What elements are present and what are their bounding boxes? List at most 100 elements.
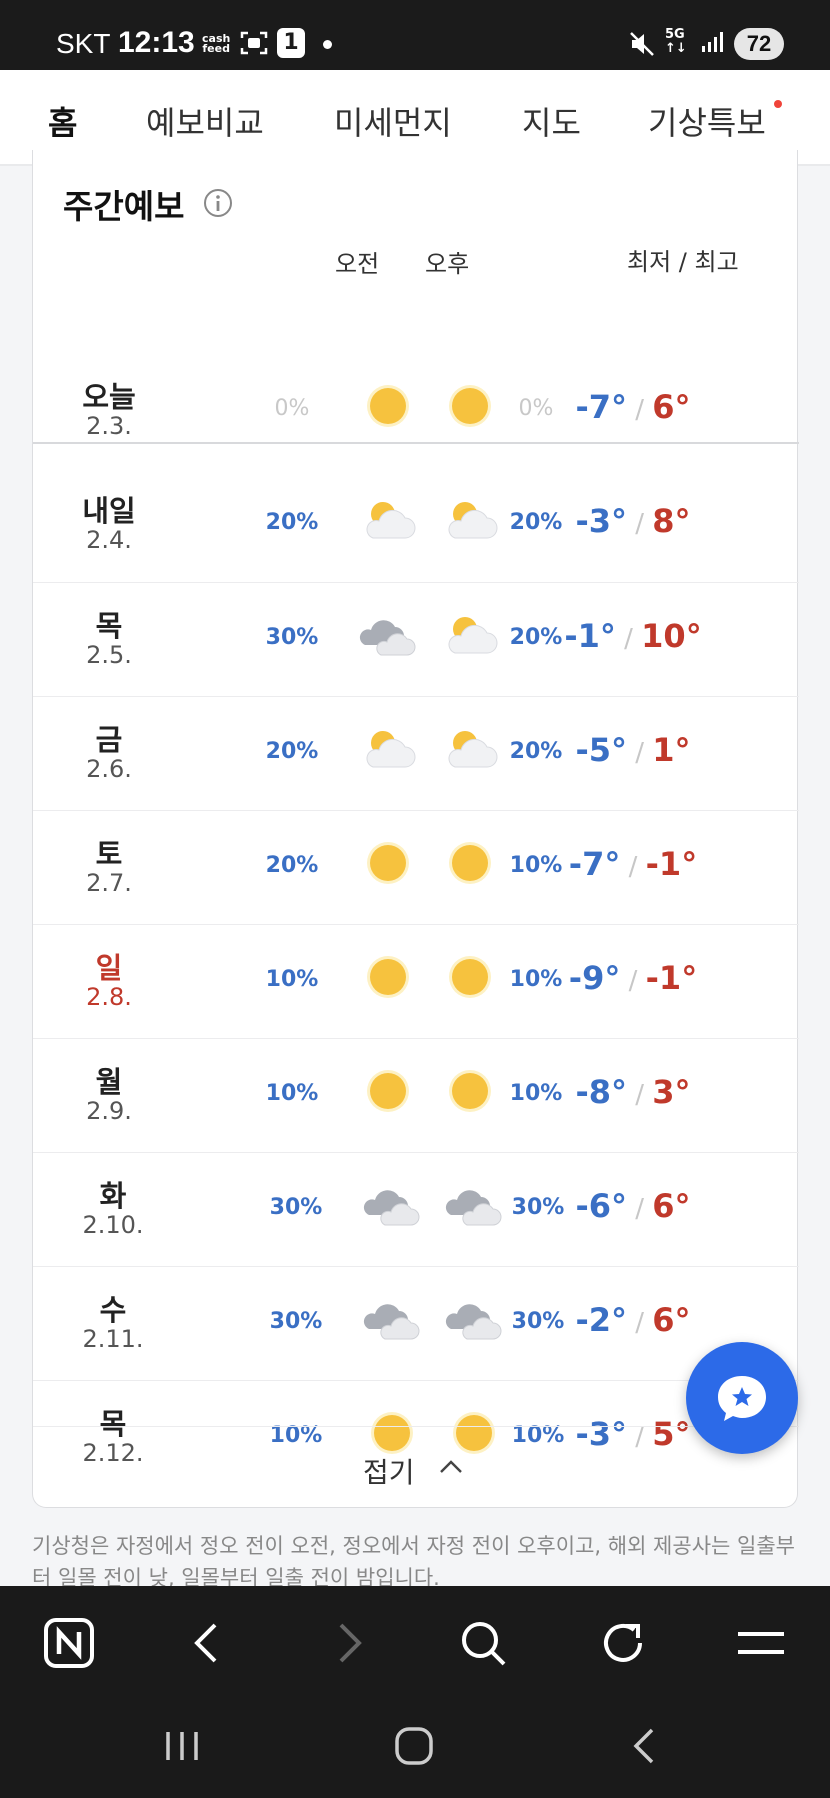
- high-temp: 6°: [652, 1301, 691, 1339]
- am-precip-pct: 30%: [269, 1309, 323, 1334]
- forecast-row: 오늘 2.3. 0% 0% -7° / 6°: [33, 330, 799, 444]
- naver-home-icon[interactable]: [42, 1616, 96, 1670]
- sunny-icon: [449, 385, 491, 427]
- chatbot-fab[interactable]: [686, 1342, 798, 1454]
- temperature-range: -9° / -1°: [513, 959, 753, 997]
- weekly-forecast-title: 주간예보: [63, 187, 185, 226]
- day-label: 일: [95, 951, 123, 985]
- day-label: 오늘: [82, 380, 136, 414]
- am-precip-pct: 20%: [265, 510, 319, 535]
- cloudy-icon: [445, 1190, 502, 1226]
- day-label: 화: [99, 1179, 127, 1213]
- temp-separator: /: [626, 1080, 653, 1110]
- date-label: 2.9.: [86, 1097, 132, 1125]
- tab-fine-dust[interactable]: 미세먼지: [334, 98, 452, 144]
- refresh-icon[interactable]: [596, 1616, 650, 1670]
- date-label: 2.4.: [86, 526, 132, 554]
- menu-icon[interactable]: [734, 1616, 788, 1670]
- low-temp: -3°: [575, 502, 627, 540]
- am-precip-pct: 20%: [265, 739, 319, 764]
- high-temp: 3°: [652, 1073, 691, 1111]
- sunny-icon: [449, 842, 491, 884]
- am-column-header: 오전: [335, 250, 380, 278]
- am-precip-pct: 10%: [265, 967, 319, 992]
- tab-home[interactable]: 홈: [48, 98, 77, 144]
- temperature-range: -7° / 6°: [513, 388, 753, 426]
- fold-label: 접기: [363, 1456, 415, 1489]
- pm-column-header: 오후: [425, 250, 470, 278]
- temperature-range: -3° / 8°: [513, 502, 753, 540]
- partly-cloudy-icon: [366, 731, 416, 768]
- fold-button[interactable]: 접기: [33, 1426, 799, 1506]
- high-temp: -1°: [645, 959, 698, 997]
- temp-separator: /: [626, 738, 653, 768]
- tab-forecast-compare[interactable]: 예보비교: [146, 98, 264, 144]
- system-back-icon[interactable]: [624, 1724, 668, 1768]
- high-temp: -1°: [645, 845, 698, 883]
- temperature-range: -8° / 3°: [513, 1073, 753, 1111]
- date-label: 2.6.: [86, 755, 132, 783]
- temperature-range: -5° / 1°: [513, 731, 753, 769]
- temperature-range: -6° / 6°: [513, 1187, 753, 1225]
- cloudy-icon: [445, 1304, 502, 1340]
- am-precip-pct: 10%: [265, 1081, 319, 1106]
- more-notifications-dot: [323, 40, 332, 49]
- browser-toolbar: [0, 1586, 830, 1694]
- am-precip-pct: 30%: [269, 1195, 323, 1220]
- weekly-forecast-card: 주간예보 오전 오후 최저 / 최고 오늘 2.3. 0% 0% -7° / 6° 내일 2…: [32, 150, 799, 1508]
- temp-separator: /: [620, 966, 646, 996]
- tab-map[interactable]: 지도: [522, 98, 581, 144]
- info-icon[interactable]: [203, 188, 233, 218]
- temp-separator: /: [615, 624, 642, 654]
- date-label: 2.8.: [86, 983, 132, 1011]
- forecast-row: 목 2.5. 30% 20% -1° / 10°: [33, 582, 799, 696]
- date-label: 2.11.: [82, 1325, 144, 1353]
- temp-separator: /: [626, 1194, 653, 1224]
- cloudy-icon: [359, 620, 416, 656]
- forecast-row: 일 2.8. 10% 10% -9° / -1°: [33, 924, 799, 1038]
- search-icon[interactable]: [456, 1616, 510, 1670]
- back-icon[interactable]: [180, 1616, 234, 1670]
- forecast-row: 화 2.10. 30% 30% -6° / 6°: [33, 1152, 799, 1266]
- low-temp: -5°: [575, 731, 627, 769]
- temperature-range: -2° / 6°: [513, 1301, 753, 1339]
- sunny-icon: [367, 385, 409, 427]
- battery-level: 72: [734, 28, 784, 60]
- tab-weather-warning[interactable]: 기상특보: [648, 98, 766, 144]
- forecast-row: 토 2.7. 20% 10% -7° / -1°: [33, 810, 799, 924]
- date-label: 2.5.: [86, 641, 132, 669]
- forecast-row: 내일 2.4. 20% 20% -3° / 8°: [33, 468, 799, 582]
- day-label: 수: [99, 1293, 127, 1327]
- signal-icon: [702, 32, 723, 52]
- low-temp: -9°: [568, 959, 621, 997]
- mute-icon: [630, 32, 654, 56]
- high-temp: 10°: [641, 617, 702, 655]
- day-label: 토: [95, 837, 123, 871]
- carrier-label: SKT: [56, 28, 111, 59]
- low-high-column-header: 최저 / 최고: [627, 248, 739, 276]
- temp-separator: /: [626, 395, 653, 425]
- home-icon[interactable]: [392, 1724, 436, 1768]
- partly-cloudy-icon: [448, 502, 498, 539]
- status-bar: SKT 12:13 cash feed 1 5G ↑↓ 72: [0, 0, 830, 70]
- date-label: 2.7.: [86, 869, 132, 897]
- sunny-icon: [449, 1070, 491, 1112]
- sunny-icon: [367, 842, 409, 884]
- high-temp: 1°: [652, 731, 691, 769]
- network-indicator: 5G ↑↓: [665, 27, 687, 56]
- cashfeed-icon: cash feed: [202, 32, 231, 55]
- am-precip-pct: 20%: [265, 853, 319, 878]
- temp-separator: /: [626, 1308, 653, 1338]
- am-precip-pct: 30%: [265, 625, 319, 650]
- partly-cloudy-icon: [366, 502, 416, 539]
- chevron-up-icon: [440, 1460, 462, 1473]
- recent-apps-icon[interactable]: [160, 1724, 204, 1768]
- day-label: 내일: [82, 494, 136, 528]
- day-label: 월: [95, 1065, 123, 1099]
- sunny-icon: [449, 956, 491, 998]
- date-label: 2.3.: [86, 412, 132, 440]
- forward-icon[interactable]: [322, 1616, 376, 1670]
- temp-separator: /: [626, 509, 653, 539]
- sunny-icon: [367, 956, 409, 998]
- high-temp: 6°: [652, 1187, 691, 1225]
